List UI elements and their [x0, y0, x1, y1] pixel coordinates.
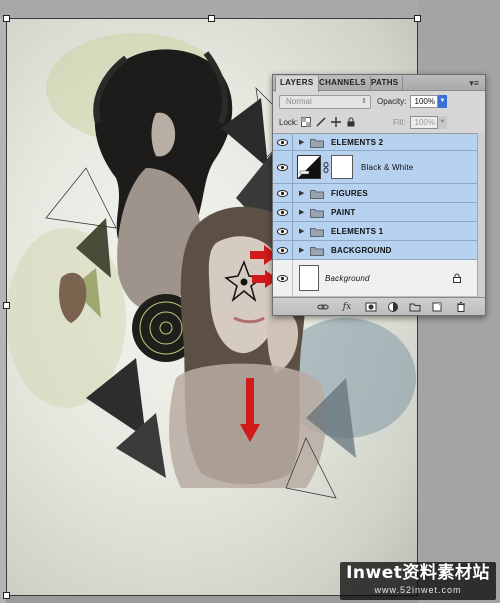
transform-handle[interactable]: [414, 15, 421, 22]
opacity-dropdown-icon[interactable]: ▼: [438, 95, 447, 108]
opacity-field[interactable]: 100%: [410, 95, 438, 108]
layer-name: PAINT: [331, 208, 356, 217]
lock-pixels-icon[interactable]: [316, 117, 326, 127]
tab-paths[interactable]: PATHS: [367, 76, 404, 91]
tab-layers[interactable]: LAYERS: [275, 76, 319, 92]
lock-all-icon[interactable]: [346, 117, 356, 127]
visibility-eye-icon[interactable]: [273, 260, 293, 296]
layer-row-elements-2[interactable]: ▶ ELEMENTS 2: [273, 134, 477, 151]
layer-mask-thumbnail[interactable]: [331, 155, 353, 179]
layer-row-figures[interactable]: ▶ FIGURES: [273, 184, 477, 203]
blend-opacity-row: Normal ⇕ Opacity: 100% ▼: [273, 92, 485, 112]
trash-icon[interactable]: [455, 301, 467, 313]
watermark: Inwet资料素材站 www.52inwet.com: [340, 562, 496, 600]
panel-menu-icon[interactable]: ▾≡: [469, 78, 479, 89]
expand-arrow-icon[interactable]: ▶: [299, 189, 304, 197]
fx-icon[interactable]: fx: [341, 301, 353, 313]
red-arrow-down-icon: [240, 378, 260, 442]
layer-name: Black & White: [361, 163, 414, 172]
folder-icon: [310, 190, 324, 199]
layer-name: BACKGROUND: [331, 246, 392, 255]
expand-arrow-icon[interactable]: ▶: [299, 138, 304, 146]
add-mask-icon[interactable]: [365, 301, 377, 313]
layer-thumbnail: [299, 265, 319, 291]
visibility-eye-icon[interactable]: [273, 151, 293, 183]
lock-label: Lock:: [279, 118, 299, 127]
visibility-eye-icon[interactable]: [273, 134, 293, 150]
transform-handle[interactable]: [208, 15, 215, 22]
expand-arrow-icon[interactable]: ▶: [299, 246, 304, 254]
layers-panel: LAYERS CHANNELS PATHS ▾≡ Normal ⇕ Opacit…: [272, 74, 486, 316]
folder-icon: [310, 209, 324, 218]
visibility-eye-icon[interactable]: [273, 222, 293, 240]
expand-arrow-icon[interactable]: ▶: [299, 208, 304, 216]
lock-transparent-icon[interactable]: [301, 117, 311, 127]
layer-name: ELEMENTS 1: [331, 227, 384, 236]
layer-row-background-group[interactable]: ▶ BACKGROUND: [273, 241, 477, 260]
transform-handle[interactable]: [3, 15, 10, 22]
updown-arrow-icon: ⇕: [361, 98, 367, 105]
folder-icon: [310, 139, 324, 148]
layer-row-black-white[interactable]: Black & White: [273, 151, 477, 184]
bw-adjustment-thumbnail-icon: [297, 155, 321, 179]
blend-mode-select[interactable]: Normal ⇕: [279, 95, 371, 109]
chain-link-icon[interactable]: [323, 162, 329, 173]
lock-position-icon[interactable]: [331, 117, 341, 127]
layer-row-paint[interactable]: ▶ PAINT: [273, 203, 477, 222]
visibility-eye-icon[interactable]: [273, 203, 293, 221]
fill-dropdown-icon[interactable]: ▼: [438, 116, 447, 129]
folder-icon: [310, 247, 324, 256]
transform-handle[interactable]: [3, 592, 10, 599]
tab-channels[interactable]: CHANNELS: [315, 76, 371, 91]
blend-mode-value: Normal: [286, 97, 312, 106]
fill-field[interactable]: 100%: [410, 116, 438, 129]
visibility-eye-icon[interactable]: [273, 184, 293, 202]
transform-handle[interactable]: [3, 302, 10, 309]
layers-scrollbar[interactable]: [477, 133, 485, 297]
new-layer-icon[interactable]: [431, 301, 443, 313]
watermark-url: www.52inwet.com: [374, 585, 462, 595]
expand-arrow-icon[interactable]: ▶: [299, 227, 304, 235]
layer-lock-icon: [453, 273, 461, 283]
lock-fill-row: Lock: Fill: 100% ▼: [273, 113, 485, 133]
layer-name: ELEMENTS 2: [331, 138, 384, 147]
layer-name: FIGURES: [331, 189, 368, 198]
folder-icon: [310, 228, 324, 237]
visibility-eye-icon[interactable]: [273, 241, 293, 259]
panel-footer: fx: [273, 297, 485, 315]
watermark-title: Inwet资料素材站: [346, 563, 490, 583]
opacity-label: Opacity:: [377, 97, 407, 106]
link-layers-icon[interactable]: [317, 301, 329, 313]
panel-tab-bar: LAYERS CHANNELS PATHS ▾≡: [273, 75, 485, 92]
layer-row-background[interactable]: Background: [273, 260, 477, 297]
layer-name: Background: [325, 274, 370, 283]
layer-row-elements-1[interactable]: ▶ ELEMENTS 1: [273, 222, 477, 241]
layer-list: ▶ ELEMENTS 2 Black & White ▶ FIGURES ▶ P…: [273, 133, 477, 297]
adjustment-layer-icon[interactable]: [387, 301, 399, 313]
fill-label: Fill:: [393, 118, 406, 127]
new-group-icon[interactable]: [409, 301, 421, 313]
